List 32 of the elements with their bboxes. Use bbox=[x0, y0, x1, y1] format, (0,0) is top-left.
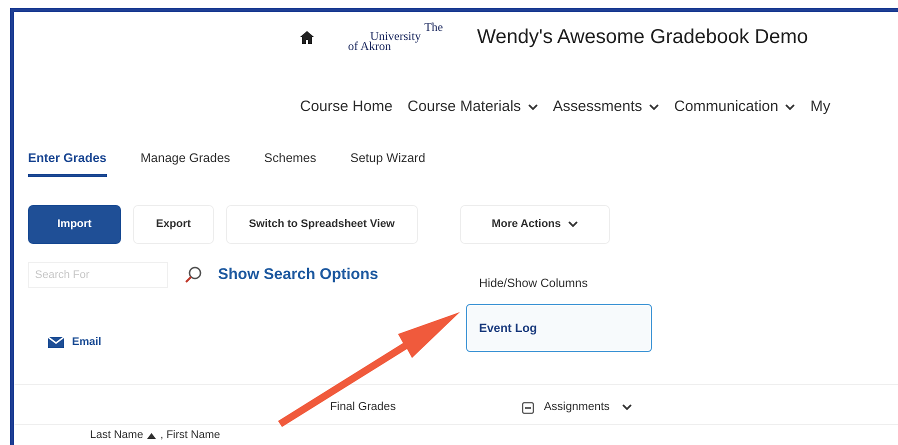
sort-column-name[interactable]: Last Name bbox=[90, 427, 144, 444]
tab[interactable]: Manage Grades bbox=[140, 148, 230, 178]
search-icon[interactable] bbox=[184, 266, 202, 284]
toolbar-button[interactable]: Switch to Spreadsheet View bbox=[226, 205, 418, 244]
column-header[interactable]: Assignments bbox=[522, 399, 632, 416]
caret-icon bbox=[568, 221, 578, 228]
menu-item[interactable]: Event Log bbox=[466, 304, 652, 352]
nav-link[interactable]: Communication bbox=[674, 96, 796, 118]
caret-icon bbox=[785, 104, 796, 111]
sort-column-name: , First Name bbox=[160, 428, 220, 444]
caret-icon bbox=[649, 104, 660, 111]
caret-icon bbox=[622, 404, 632, 412]
university-logo[interactable]: The University of Akron bbox=[348, 22, 443, 52]
nav-link[interactable]: Course Materials bbox=[408, 96, 538, 118]
course-title: Wendy's Awesome Gradebook Demo bbox=[477, 25, 808, 50]
nav-link[interactable]: Assessments bbox=[552, 96, 660, 118]
home-icon[interactable] bbox=[300, 30, 314, 44]
import-button[interactable]: Import bbox=[28, 205, 121, 244]
collapse-icon[interactable] bbox=[522, 402, 534, 414]
tab[interactable]: Setup Wizard bbox=[350, 148, 426, 178]
nav-link[interactable]: Course Home bbox=[300, 96, 393, 118]
toolbar-button[interactable]: More Actions bbox=[460, 205, 610, 244]
column-header: Final Grades bbox=[330, 400, 396, 415]
sort-ascending-icon[interactable] bbox=[147, 432, 156, 438]
email-link[interactable]: Email bbox=[48, 334, 102, 350]
search-options-link[interactable]: Show Search Options bbox=[218, 263, 378, 286]
nav-link[interactable]: My bbox=[810, 96, 830, 118]
caret-icon bbox=[528, 104, 538, 111]
toolbar-button[interactable]: Export bbox=[133, 205, 214, 244]
envelope-icon bbox=[48, 336, 64, 348]
tab[interactable]: Schemes bbox=[264, 148, 316, 178]
tab[interactable]: Enter Grades bbox=[28, 148, 107, 178]
